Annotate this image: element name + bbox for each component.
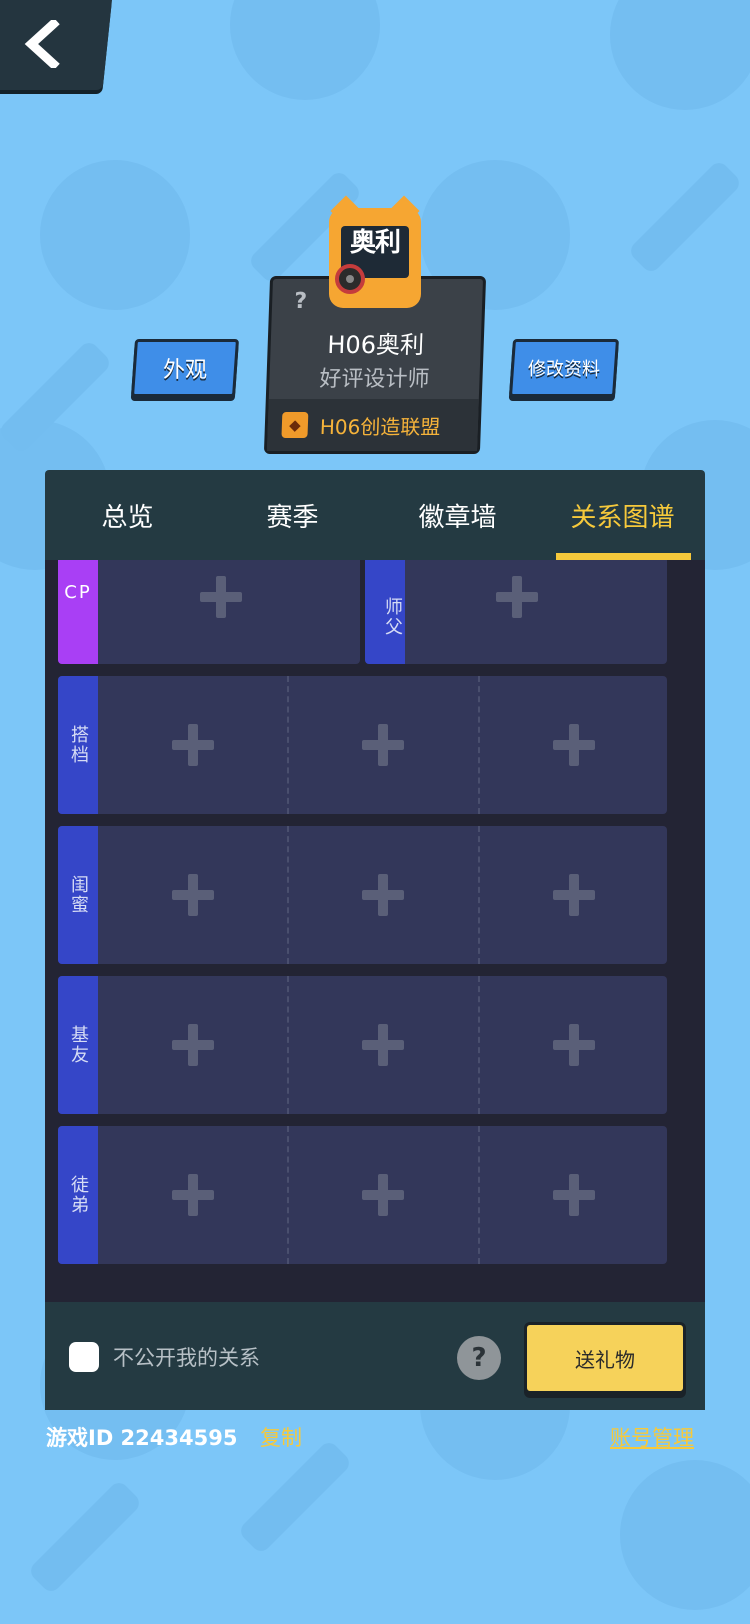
- chevron-left-icon: [24, 20, 60, 68]
- add-cp-button[interactable]: [200, 576, 242, 618]
- player-title: 好评设计师: [319, 367, 430, 392]
- apprentice-row: 徒弟: [58, 1126, 667, 1264]
- relationship-grid: CP 师父 搭档 闺蜜 基友 徒弟: [45, 560, 705, 1302]
- master-slot: 师父: [365, 560, 667, 664]
- tab-relationship-map[interactable]: 关系图谱: [540, 470, 705, 560]
- alliance-badge-icon: ◆: [281, 412, 309, 438]
- add-apprentice-button[interactable]: [172, 1174, 214, 1216]
- copy-id-link[interactable]: 复制: [260, 1422, 302, 1452]
- add-partner-button[interactable]: [553, 724, 595, 766]
- send-gift-button[interactable]: 送礼物: [524, 1322, 686, 1394]
- edit-profile-button[interactable]: 修改资料: [508, 339, 620, 397]
- bestie-row: 闺蜜: [58, 826, 667, 964]
- tab-season[interactable]: 赛季: [210, 470, 375, 560]
- tab-overview[interactable]: 总览: [45, 470, 210, 560]
- help-icon[interactable]: ?: [457, 1336, 501, 1380]
- question-mark: ?: [293, 289, 308, 314]
- apprentice-label: 徒弟: [58, 1126, 98, 1264]
- alliance-row[interactable]: ◆ H06创造联盟: [266, 399, 479, 451]
- add-apprentice-button[interactable]: [553, 1174, 595, 1216]
- add-apprentice-button[interactable]: [362, 1174, 404, 1216]
- game-id: 游戏ID 22434595: [46, 1426, 238, 1450]
- cp-slot: CP: [58, 560, 360, 664]
- add-bestie-button[interactable]: [362, 874, 404, 916]
- add-bestie-button[interactable]: [553, 874, 595, 916]
- hide-relations-label: 不公开我的关系: [113, 1346, 260, 1370]
- add-buddy-button[interactable]: [553, 1024, 595, 1066]
- panel-footer: 不公开我的关系 ? 送礼物: [45, 1302, 705, 1410]
- partner-row: 搭档: [58, 676, 667, 814]
- add-bestie-button[interactable]: [172, 874, 214, 916]
- buddy-label: 基友: [58, 976, 98, 1114]
- player-name: H06奥利: [326, 331, 425, 359]
- alliance-name: H06创造联盟: [319, 414, 441, 439]
- appearance-button[interactable]: 外观: [130, 339, 240, 397]
- hide-relations-checkbox[interactable]: [69, 1342, 99, 1372]
- partner-label: 搭档: [58, 676, 98, 814]
- avatar[interactable]: 奥利: [329, 195, 421, 308]
- add-buddy-button[interactable]: [172, 1024, 214, 1066]
- account-management-link[interactable]: 账号管理: [610, 1422, 694, 1452]
- bestie-label: 闺蜜: [58, 826, 98, 964]
- tab-bar: 总览 赛季 徽章墙 关系图谱: [45, 470, 705, 560]
- add-partner-button[interactable]: [172, 724, 214, 766]
- add-buddy-button[interactable]: [362, 1024, 404, 1066]
- master-label: 师父: [365, 560, 405, 664]
- back-button[interactable]: [0, 0, 112, 90]
- appearance-button-label: 外观: [162, 358, 207, 383]
- profile-panel: 总览 赛季 徽章墙 关系图谱 CP 师父 搭档 闺蜜 基友 徒弟 不公开我的关系…: [45, 470, 705, 1410]
- edit-profile-button-label: 修改资料: [528, 359, 600, 380]
- tab-badge-wall[interactable]: 徽章墙: [375, 470, 540, 560]
- buddy-row: 基友: [58, 976, 667, 1114]
- camera-lens-icon: [335, 264, 365, 294]
- cp-label: CP: [58, 560, 98, 664]
- add-master-button[interactable]: [496, 576, 538, 618]
- add-partner-button[interactable]: [362, 724, 404, 766]
